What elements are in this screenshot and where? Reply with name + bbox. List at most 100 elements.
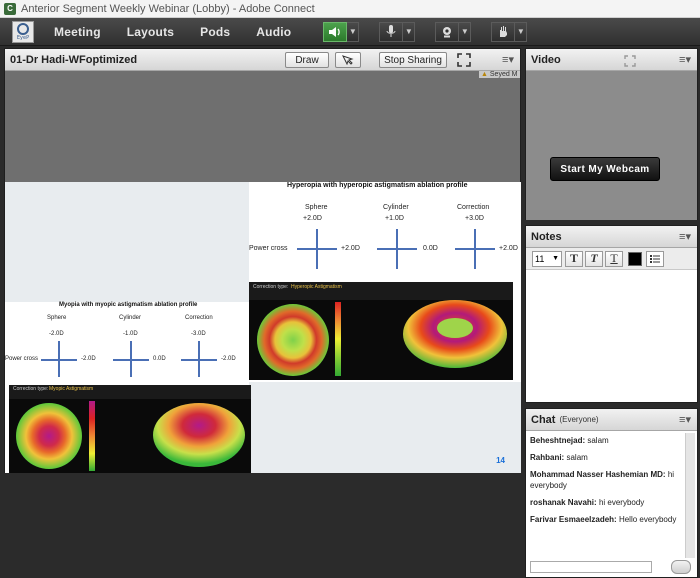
raise-hand-icon[interactable] xyxy=(491,21,516,42)
menu-bar: EyeP Meeting Layouts Pods Audio ▼ ▼ ▼ ▼ xyxy=(0,18,700,46)
shared-slide: Hyperopia with hyperopic astigmatism abl… xyxy=(5,182,521,473)
stage-background xyxy=(0,474,521,578)
video-pod: Video ≡▾ Start My Webcam xyxy=(525,48,698,220)
menu-layouts[interactable]: Layouts xyxy=(127,25,174,39)
chat-sender: roshanak Navahi: xyxy=(530,498,597,507)
menu-meeting[interactable]: Meeting xyxy=(54,25,101,39)
hyperopia-correction-type-label: Correction type: xyxy=(253,284,289,290)
share-pod: 01-Dr Hadi-WFoptimized Draw Stop Sharing… xyxy=(4,48,521,473)
hyperopia-correction-name: Hyperopic Astigmatism xyxy=(291,284,342,290)
hyperopia-color-scale xyxy=(335,302,341,376)
notes-toolbar: 11 ▼ T T T xyxy=(526,248,697,270)
notes-pod-title: Notes xyxy=(531,230,562,243)
window-title: Anterior Segment Weekly Webinar (Lobby) … xyxy=(21,2,315,15)
webcam-dropdown-icon[interactable]: ▼ xyxy=(459,21,472,42)
speaker-dropdown-icon[interactable]: ▼ xyxy=(347,21,360,42)
draw-button[interactable]: Draw xyxy=(285,52,329,68)
chat-sender: Mohammad Nasser Hashemian MD: xyxy=(530,470,666,479)
hyperopia-side-value-3: +2.0D xyxy=(499,245,518,252)
hyperopia-side-value-1: +2.0D xyxy=(341,245,360,252)
fullscreen-icon[interactable] xyxy=(457,53,471,72)
presenter-tag: ▲ Seyed M xyxy=(479,71,520,78)
hyperopia-topography-image: Correction type: Hyperopic Astigmatism xyxy=(249,282,513,380)
microphone-dropdown-icon[interactable]: ▼ xyxy=(403,21,416,42)
notes-pod-menu-icon[interactable]: ≡▾ xyxy=(679,230,691,243)
menu-audio[interactable]: Audio xyxy=(256,25,291,39)
hyperopia-cylinder-label: Cylinder xyxy=(383,204,409,211)
stop-sharing-button[interactable]: Stop Sharing xyxy=(379,52,447,68)
hyperopia-cylinder-value: +1.0D xyxy=(385,215,404,222)
webcam-icon[interactable] xyxy=(435,21,460,42)
chat-pod-header: Chat (Everyone) ≡▾ xyxy=(526,409,697,431)
chat-text: salam xyxy=(587,436,609,445)
speaker-control: ▼ xyxy=(323,21,360,42)
font-size-value: 11 xyxy=(535,253,545,264)
video-pod-title: Video xyxy=(531,53,561,66)
pod-menu-icon[interactable]: ≡▾ xyxy=(502,53,514,66)
chat-pod: Chat (Everyone) ≡▾ Beheshtnejad: salam R… xyxy=(525,408,698,578)
myopia-side-value-1: -2.0D xyxy=(81,356,96,362)
video-fullscreen-icon[interactable] xyxy=(624,54,636,72)
chat-scrollbar[interactable] xyxy=(685,433,695,558)
hyperopia-correction-label: Correction xyxy=(457,204,490,211)
chat-message: Beheshtnejad: salam xyxy=(530,435,680,446)
myopia-cross-2-v xyxy=(130,341,132,377)
hyperopia-power-cross-label: Power cross xyxy=(249,245,288,252)
microphone-control: ▼ xyxy=(379,21,416,42)
share-pod-header: 01-Dr Hadi-WFoptimized Draw Stop Sharing… xyxy=(5,49,520,71)
myopia-side-value-3: -2.0D xyxy=(221,356,236,362)
chat-message: Farivar Esmaeelzadeh: Hello everybody xyxy=(530,514,680,525)
chat-send-button[interactable] xyxy=(671,560,691,574)
hyperopia-sphere-label: Sphere xyxy=(305,204,328,211)
myopia-sphere-value: -2.0D xyxy=(49,331,64,337)
hyperopia-cross-2-v xyxy=(396,229,398,269)
text-color-picker[interactable] xyxy=(628,251,642,266)
myopia-topography-image: Correction type: Myopic Astigmatism xyxy=(9,385,251,473)
microphone-icon[interactable] xyxy=(379,21,404,42)
chat-message: Mohammad Nasser Hashemian MD: hi everybo… xyxy=(530,469,680,491)
chat-message-list: Beheshtnejad: salam Rahbani: salam Moham… xyxy=(530,435,680,531)
slide-page-number: 14 xyxy=(496,456,505,465)
myopia-color-scale xyxy=(89,401,95,471)
myopia-cylinder-value: -1.0D xyxy=(123,331,138,337)
video-area: Start My Webcam xyxy=(526,71,697,220)
pointer-icon[interactable] xyxy=(335,52,361,68)
status-dropdown-icon[interactable]: ▼ xyxy=(515,21,528,42)
notes-text-area[interactable] xyxy=(526,271,697,402)
myopia-power-cross-label: Power cross xyxy=(5,356,39,362)
chat-sender: Beheshtnejad: xyxy=(530,436,586,445)
myopia-title: Myopia with myopic astigmatism ablation … xyxy=(59,302,198,308)
hyperopia-3d-map xyxy=(403,300,507,368)
myopia-ring-map xyxy=(16,403,82,469)
start-webcam-button[interactable]: Start My Webcam xyxy=(550,157,660,181)
video-pod-header: Video ≡▾ xyxy=(526,49,697,71)
myopia-3d-map xyxy=(153,403,245,467)
chat-scope: (Everyone) xyxy=(559,415,599,424)
menu-pods[interactable]: Pods xyxy=(200,25,230,39)
video-pod-menu-icon[interactable]: ≡▾ xyxy=(679,53,691,66)
presenter-icon: ▲ xyxy=(481,71,488,78)
chat-sender: Farivar Esmaeelzadeh: xyxy=(530,515,617,524)
speaker-icon[interactable] xyxy=(323,21,348,42)
list-icon[interactable] xyxy=(646,250,664,267)
chat-text: salam xyxy=(566,453,588,462)
underline-icon[interactable]: T xyxy=(605,250,623,267)
notes-pod: Notes ≡▾ 11 ▼ T T T xyxy=(525,225,698,403)
hyperopia-cross-3-v xyxy=(474,229,476,269)
chat-input[interactable] xyxy=(530,561,652,573)
chat-message: Rahbani: salam xyxy=(530,452,680,463)
myopia-correction-value: -3.0D xyxy=(191,331,206,337)
hyperopia-ring-map xyxy=(257,304,329,376)
chat-text: Hello everybody xyxy=(618,515,677,524)
font-size-chevron-down-icon: ▼ xyxy=(552,255,559,262)
bold-icon[interactable]: T xyxy=(565,250,583,267)
slide-blank-panel xyxy=(5,182,249,302)
myopia-correction-name: Myopic Astigmatism xyxy=(49,386,94,392)
hyperopia-sphere-value: +2.0D xyxy=(303,215,322,222)
italic-icon[interactable]: T xyxy=(585,250,603,267)
adobe-connect-logo-icon: C xyxy=(4,2,16,15)
myopia-cross-3-v xyxy=(198,341,200,377)
notes-pod-header: Notes ≡▾ xyxy=(526,226,697,248)
chat-pod-menu-icon[interactable]: ≡▾ xyxy=(679,413,691,426)
font-size-select[interactable]: 11 ▼ xyxy=(532,250,562,267)
